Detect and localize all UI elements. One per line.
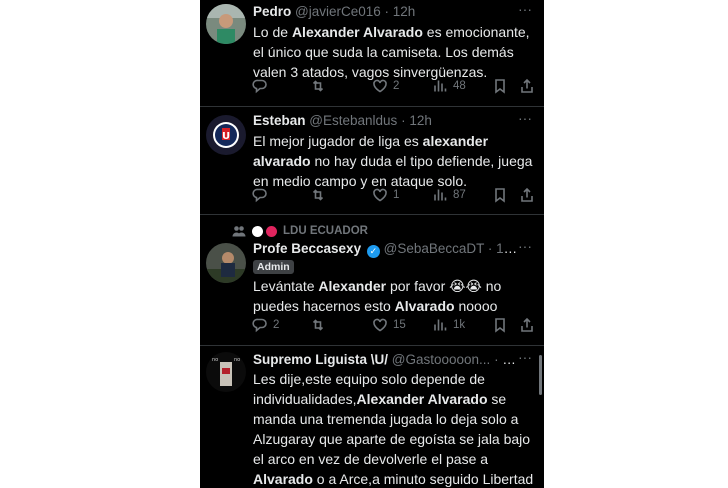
bookmark-button[interactable] [492,315,508,335]
timestamp[interactable]: · 12h [494,352,518,367]
display-name[interactable]: Pedro [253,4,291,19]
tweet-text: Les dije,este equipo solo depende de ind… [253,369,538,488]
timestamp[interactable]: · 12h [401,113,432,128]
view-count: 1k [453,319,466,331]
retweet-button[interactable] [310,76,331,96]
reply-button[interactable]: 2 [252,315,279,335]
username[interactable]: @Gastooooon... [392,352,491,367]
views-button[interactable]: 87 [432,185,466,205]
community-context[interactable]: LDU ECUADOR [232,222,368,240]
views-button[interactable]: 48 [432,76,466,96]
bookmark-button[interactable] [492,185,508,205]
avatar[interactable] [206,243,246,283]
like-count: 15 [393,319,406,331]
username[interactable]: @SebaBeccaDT [384,241,485,256]
text-bold: Alvarado [253,471,313,487]
bookmark-icon [495,318,505,333]
tweet[interactable]: LDU ECUADOR Profe Beccasexy ✓ @SebaBecca… [200,215,544,345]
tweet-actions: 1 87 [252,185,535,205]
tweet-text: El mejor jugador de liga es alexander al… [253,131,538,191]
retweet-button[interactable] [310,185,331,205]
community-name: LDU ECUADOR [283,225,368,237]
reply-count: 2 [273,319,280,331]
tweet-actions: 2 15 1k [252,315,535,335]
white-circle-emoji [252,225,263,237]
more-options-icon[interactable]: ··· [518,350,534,368]
share-button[interactable] [519,185,535,205]
bookmark-icon [495,188,505,203]
avatar[interactable]: no no [206,352,246,392]
svg-text:no: no [212,357,218,363]
red-circle-emoji [266,225,277,237]
tweet[interactable]: Pedro @javierCe016 · 12h ··· Lo de Alexa… [200,0,544,106]
bookmark-icon [495,79,505,94]
retweet-icon [312,80,324,92]
heart-icon [373,79,387,93]
view-count: 87 [453,189,466,201]
text-bold: Alexander Alvarado [291,24,423,40]
display-name[interactable]: Esteban [253,113,306,128]
tweet[interactable]: U Esteban @Estebanldus · 12h ··· El mejo… [200,107,544,214]
bookmark-button[interactable] [492,76,508,96]
text-segment: noooo [454,298,498,314]
retweet-icon [312,189,324,201]
reply-icon [252,318,267,333]
like-count: 2 [393,80,400,92]
share-icon [521,78,533,93]
views-icon [434,189,447,201]
tweet-text: Levántate Alexander por favor 😭😭 no pued… [253,276,538,316]
share-icon [521,317,533,332]
scrollbar[interactable] [539,355,542,395]
text-bold: Alexander [318,278,387,294]
share-button[interactable] [519,315,535,335]
timestamp[interactable]: · 12h [488,241,518,256]
text-segment: Lo de [253,24,292,40]
views-icon [434,80,447,92]
admin-badge: Admin [253,260,294,274]
reply-icon [252,188,267,203]
tweet-header: Esteban @Estebanldus · 12h [253,111,518,131]
like-button[interactable]: 15 [372,315,406,335]
verified-badge-icon: ✓ [366,245,380,258]
timestamp[interactable]: · 12h [385,4,416,19]
tweet-header: Profe Beccasexy ✓ @SebaBeccaDT · 12h [253,239,518,259]
svg-text:U: U [222,131,230,142]
display-name[interactable]: Supremo Liguista \U/ [253,352,388,367]
username[interactable]: @Estebanldus [309,113,397,128]
avatar[interactable]: U [206,115,246,155]
like-button[interactable]: 1 [372,185,399,205]
text-segment: El mejor jugador de liga es [253,133,423,149]
avatar[interactable] [206,4,246,44]
tweet-actions: 2 48 [252,76,535,96]
more-options-icon[interactable]: ··· [518,111,534,129]
heart-icon [373,318,387,332]
text-segment: Levántate [253,278,319,294]
username[interactable]: @javierCe016 [295,4,381,19]
share-icon [521,187,533,202]
reply-icon [252,79,267,94]
more-options-icon[interactable]: ··· [518,239,534,257]
heart-icon [373,188,387,202]
tweet-text: Lo de Alexander Alvarado es emocionante,… [253,22,538,82]
timeline: Pedro @javierCe016 · 12h ··· Lo de Alexa… [200,0,544,488]
views-button[interactable]: 1k [432,315,465,335]
like-button[interactable]: 2 [372,76,399,96]
text-bold: Alvarado [394,298,455,314]
retweet-button[interactable] [310,315,331,335]
tweet[interactable]: no no Supremo Liguista \U/ @Gastooooon..… [200,346,544,488]
more-options-icon[interactable]: ··· [518,2,534,20]
svg-text:no: no [234,357,240,363]
community-icon [232,226,246,237]
reply-button[interactable] [252,185,273,205]
display-name[interactable]: Profe Beccasexy [253,241,361,256]
like-count: 1 [393,189,400,201]
tweet-header: Supremo Liguista \U/ @Gastooooon... · 12… [253,350,518,370]
view-count: 48 [453,80,466,92]
share-button[interactable] [519,76,535,96]
tweet-header: Pedro @javierCe016 · 12h [253,2,518,22]
retweet-icon [312,319,324,331]
views-icon [434,319,447,331]
reply-button[interactable] [252,76,273,96]
text-bold: Alexander Alvarado [356,391,488,407]
